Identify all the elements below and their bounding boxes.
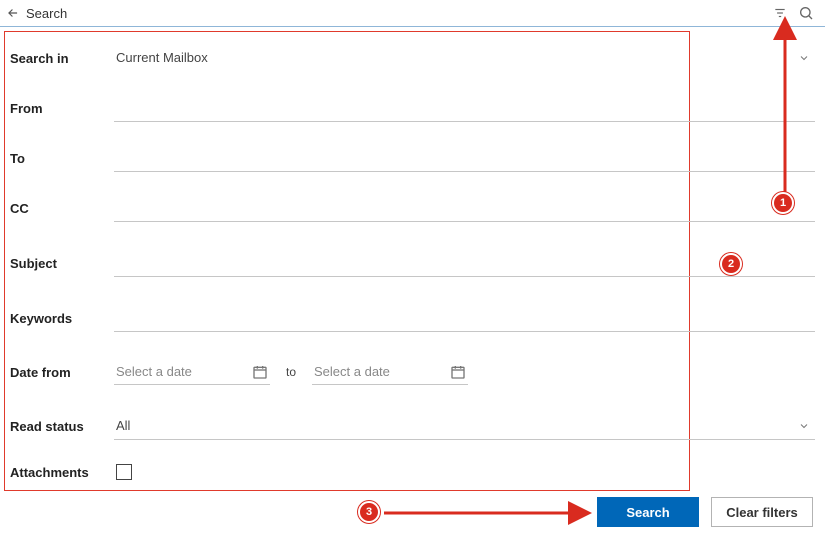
row-subject: Subject (10, 233, 815, 293)
search-in-value: Current Mailbox (114, 44, 795, 72)
row-date-from: Date from Select a date to Select a date (10, 343, 815, 401)
cc-input[interactable] (114, 194, 815, 222)
row-read-status: Read status All (10, 401, 815, 451)
header-actions (769, 2, 817, 24)
annotation-arrow-3 (380, 503, 590, 523)
date-end-picker[interactable]: Select a date (312, 360, 468, 385)
read-status-dropdown[interactable]: All (114, 412, 815, 440)
date-start-placeholder: Select a date (116, 364, 252, 379)
search-icon[interactable] (795, 2, 817, 24)
keywords-input[interactable] (114, 304, 815, 332)
row-keywords: Keywords (10, 293, 815, 343)
advanced-search-form: Search in Current Mailbox From To CC Sub… (0, 27, 825, 493)
label-date-from: Date from (10, 365, 114, 380)
filter-icon[interactable] (769, 2, 791, 24)
label-search-in: Search in (10, 51, 114, 66)
chevron-down-icon (795, 417, 813, 435)
date-end-placeholder: Select a date (314, 364, 450, 379)
date-start-picker[interactable]: Select a date (114, 360, 270, 385)
date-separator: to (282, 365, 300, 379)
subject-input[interactable] (114, 249, 815, 277)
row-search-in: Search in Current Mailbox (10, 33, 815, 83)
header-bar: Search (0, 0, 825, 27)
button-row: Search Clear filters (597, 497, 813, 527)
attachments-checkbox[interactable] (116, 464, 132, 480)
read-status-value: All (114, 412, 795, 439)
search-in-dropdown[interactable]: Current Mailbox (114, 44, 815, 72)
back-arrow-icon[interactable] (4, 4, 22, 22)
to-input[interactable] (114, 144, 815, 172)
label-from: From (10, 101, 114, 116)
row-to: To (10, 133, 815, 183)
clear-filters-button[interactable]: Clear filters (711, 497, 813, 527)
calendar-icon (252, 364, 268, 380)
chevron-down-icon (795, 49, 813, 67)
calendar-icon (450, 364, 466, 380)
header-title: Search (26, 6, 769, 21)
label-keywords: Keywords (10, 311, 114, 326)
from-input[interactable] (114, 94, 815, 122)
label-to: To (10, 151, 114, 166)
label-cc: CC (10, 201, 114, 216)
label-read-status: Read status (10, 419, 114, 434)
row-from: From (10, 83, 815, 133)
search-button[interactable]: Search (597, 497, 699, 527)
row-attachments: Attachments (10, 451, 815, 493)
label-attachments: Attachments (10, 465, 114, 480)
row-cc: CC (10, 183, 815, 233)
annotation-callout-3: 3 (358, 501, 380, 523)
label-subject: Subject (10, 256, 114, 271)
